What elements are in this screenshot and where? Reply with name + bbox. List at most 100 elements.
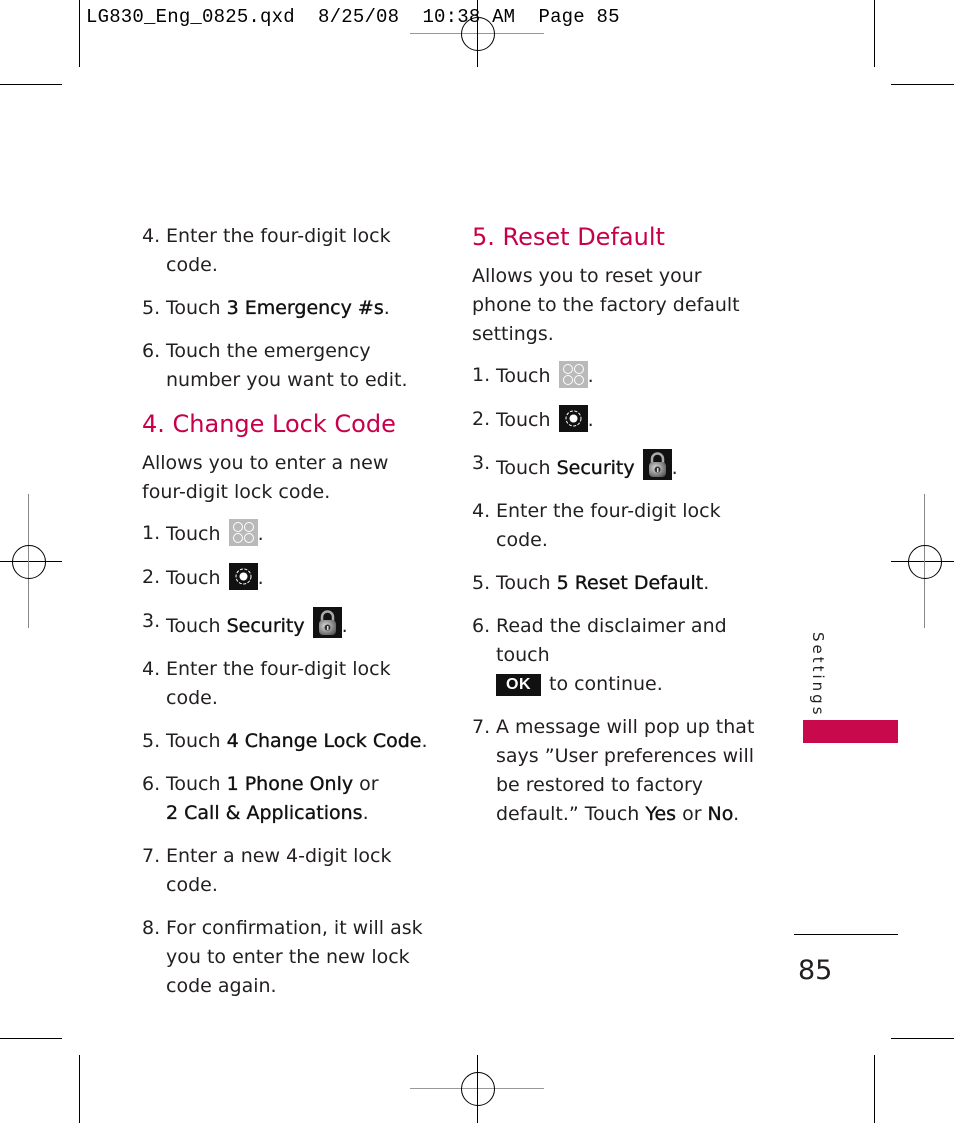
apps-grid-icon [558,361,588,388]
step-text-run: Touch [496,572,557,594]
step-number: 4. [142,658,161,680]
menu-item-reference: 2 Call & Applications [166,802,363,824]
step-item: 5. Touch 5 Reset Default. [472,569,772,598]
step-number: 6. [142,340,161,362]
step-text: Touch . [496,361,772,391]
side-tab-label: Settings [809,632,827,718]
step-text: Enter the four-digit lock code. [166,655,442,713]
page-number-rule [794,934,898,935]
step-text: For confirmation, it will ask you to ent… [166,914,442,1001]
step-item: 7. Enter a new 4-digit lock code. [142,842,442,900]
step-text: Touch 5 Reset Default. [496,569,772,598]
step-item: 4. Enter the four-digit lock code. [142,655,442,713]
menu-item-reference: Yes [645,803,677,825]
section-description: Allows you to reset your phone to the fa… [472,265,740,345]
step-item: 3. Touch Security . [472,449,772,483]
menu-item-reference: Security [556,457,635,479]
menu-item-reference: 1 Phone Only [226,773,354,795]
step-text: Touch . [166,563,442,593]
step-item: 2. Touch . [472,405,772,435]
step-number: 6. [142,773,161,795]
menu-item-reference: 5 Reset Default [556,572,704,594]
menu-item-reference: 4 Change Lock Code [226,730,422,752]
section-heading-reset-default: 5. Reset Default [472,223,665,251]
step-text: Touch . [496,405,772,435]
step-text: Enter a new 4-digit lock code. [166,842,442,900]
step-item: 2. Touch . [142,563,442,593]
step-item: 8. For confirmation, it will ask you to e… [142,914,442,1001]
step-item: 3. Touch Security . [142,607,442,641]
step-text: Touch Security . [166,607,442,641]
step-number: 6. [472,615,491,637]
settings-gear-icon [228,563,258,590]
step-number: 5. [472,572,491,594]
step-text-run: . [703,572,710,594]
step-text-run: . [383,297,390,319]
step-text: Touch . [166,519,442,549]
step-text-run: to continue. [549,673,663,695]
step-text-run: Enter the four-digit lock code. [166,658,391,709]
left-column: 4. Enter the four-digit lock code. 5. Touch… [142,222,442,1015]
step-text-run: Touch [496,365,557,387]
menu-item-reference: 3 Emergency #s [226,297,384,319]
step-item: 4. Enter the four-digit lock code. [142,222,442,280]
step-number: 4. [472,500,491,522]
continued-steps: 4. Enter the four-digit lock code. 5. Touch… [142,222,442,395]
padlock-icon [312,607,342,638]
step-text-run: . [733,803,740,825]
step-text-run: or [676,803,708,825]
step-text-run: Touch [496,409,557,431]
change-lock-code-steps: 1. Touch . 2. Touch . 3. Touch Security . 4. En… [142,519,442,1001]
step-item: 6. Read the disclaimer and touch OK to con… [472,612,772,699]
step-text-run: Touch [166,567,227,589]
step-number: 3. [142,610,161,632]
page-number: 85 [798,955,833,986]
crop-mark [874,0,875,67]
section-heading-change-lock-code: 4. Change Lock Code [142,410,396,438]
step-text-run: . [671,457,678,479]
crop-mark [874,1055,875,1123]
crop-mark [79,1055,80,1123]
step-text-run: Touch [166,615,227,637]
crop-mark [0,84,62,85]
step-number: 1. [472,364,491,386]
side-tab-marker [803,720,898,743]
settings-gear-icon [558,405,588,432]
step-item: 1. Touch . [472,361,772,391]
step-text-run: Touch [166,730,227,752]
step-text-run: Enter a new 4-digit lock code. [166,845,392,896]
step-text-run [635,457,641,479]
step-text: Enter the four-digit lock code. [496,497,772,555]
section-description: Allows you to enter a new four-digit loc… [142,452,389,503]
step-text-run: . [587,409,594,431]
step-text: A message will pop up that says ”User pr… [496,713,772,829]
ok-button-glyph: OK [496,674,541,696]
menu-item-reference: No [707,803,734,825]
step-text-run: . [421,730,428,752]
padlock-icon [642,449,672,480]
step-text-run: Read the disclaimer and touch [496,615,727,666]
step-number: 2. [142,566,161,588]
right-column: 5. Reset Default Allows you to reset you… [472,222,772,843]
step-item: 5. Touch 3 Emergency #s. [142,294,442,323]
step-text-run: For confirmation, it will ask you to ent… [166,917,423,997]
file-slug: LG830_Eng_0825.qxd 8/25/08 10:38 AM Page… [86,6,620,28]
reset-default-steps: 1. Touch . 2. Touch . 3. Touch Security . 4. En… [472,361,772,829]
step-number: 2. [472,408,491,430]
step-text: Touch 4 Change Lock Code. [166,727,442,756]
step-text-run: Touch [166,523,227,545]
step-number: 8. [142,917,161,939]
step-text: Touch the emergency number you want to e… [166,337,442,395]
step-text-run: . [362,802,369,824]
step-item: 1. Touch . [142,519,442,549]
step-text-run: Enter the four-digit lock code. [496,500,721,551]
step-text-run: Touch the emergency number you want to e… [166,340,408,391]
step-item: 6. Touch 1 Phone Only or 2 Call & Applica… [142,770,442,828]
step-text: Touch 1 Phone Only or 2 Call & Applicati… [166,770,442,828]
step-text-run: Touch [166,297,227,319]
step-number: 7. [472,716,491,738]
step-text-run: Enter the four-digit lock code. [166,225,391,276]
step-text-run: . [587,365,594,387]
step-text-run: or [353,773,379,795]
step-item: 4. Enter the four-digit lock code. [472,497,772,555]
